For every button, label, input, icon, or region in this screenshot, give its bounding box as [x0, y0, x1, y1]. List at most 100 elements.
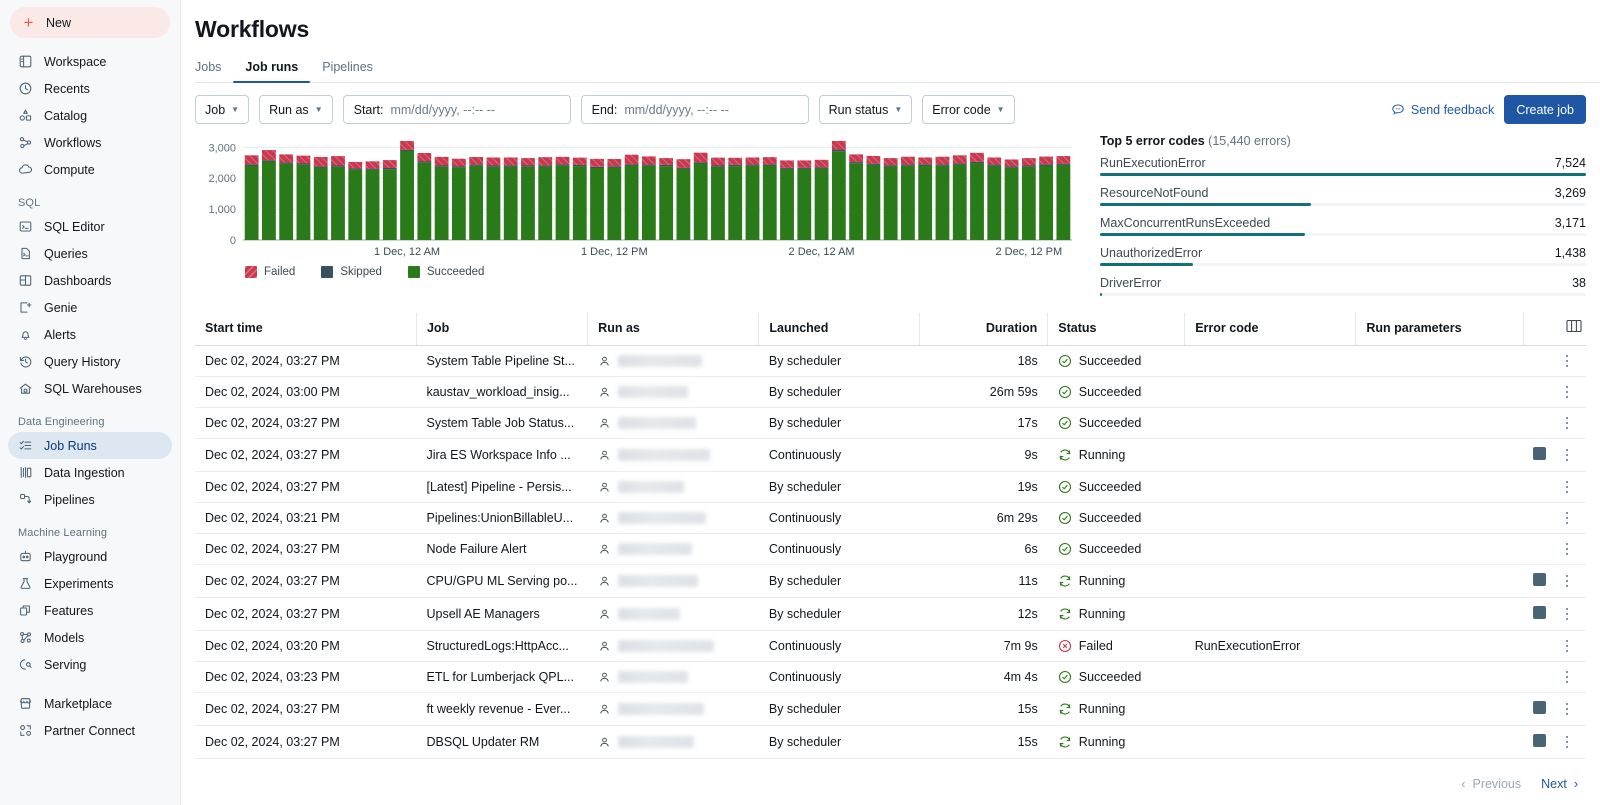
chart-bar-succeeded[interactable] — [487, 167, 501, 240]
chart-bar-skipped[interactable] — [918, 164, 932, 165]
stop-run-button[interactable] — [1533, 606, 1546, 619]
row-menu-button[interactable] — [1560, 640, 1574, 653]
chart-bar-succeeded[interactable] — [659, 166, 673, 240]
chart-bar-failed[interactable] — [780, 160, 794, 167]
chart-bar-skipped[interactable] — [677, 168, 691, 169]
chart-bar-skipped[interactable] — [901, 165, 915, 166]
chart-bar-succeeded[interactable] — [538, 167, 552, 240]
chart-bar-failed[interactable] — [538, 157, 552, 165]
chart-bar-failed[interactable] — [1056, 156, 1070, 164]
run-job-name[interactable]: System Table Pipeline St... — [416, 346, 587, 377]
chart-bar-succeeded[interactable] — [1005, 168, 1019, 240]
start-date-input[interactable]: Start: mm/dd/yyyy, --:-- -- — [343, 95, 571, 124]
legend-item-succeeded[interactable]: Succeeded — [408, 266, 485, 278]
chart-bar-failed[interactable] — [504, 157, 518, 165]
chart-bar-failed[interactable] — [331, 156, 345, 165]
sidebar-item-pipelines[interactable]: Pipelines — [8, 486, 172, 513]
chart-bar-failed[interactable] — [1022, 158, 1036, 165]
column-header-error-code[interactable]: Error code — [1185, 313, 1356, 346]
chart-bar-succeeded[interactable] — [849, 163, 863, 240]
sidebar-item-workspace[interactable]: Workspace — [8, 48, 172, 75]
chart-bar-failed[interactable] — [936, 157, 950, 165]
tab-job-runs[interactable]: Job runs — [233, 56, 310, 82]
chart-bar-skipped[interactable] — [279, 163, 293, 164]
chart-bar-succeeded[interactable] — [417, 163, 431, 240]
chart-bar-failed[interactable] — [435, 157, 449, 166]
run-start-time[interactable]: Dec 02, 2024, 03:27 PM — [195, 565, 416, 598]
sidebar-item-serving[interactable]: Serving — [8, 651, 172, 678]
stop-run-button[interactable] — [1533, 447, 1546, 460]
chart-bar-succeeded[interactable] — [694, 164, 708, 241]
row-menu-button[interactable] — [1560, 736, 1574, 749]
run-start-time[interactable]: Dec 02, 2024, 03:23 PM — [195, 662, 416, 693]
chart-bar-skipped[interactable] — [262, 160, 276, 161]
legend-item-failed[interactable]: Failed — [245, 266, 295, 278]
chart-bar-failed[interactable] — [815, 160, 829, 167]
chart-bar-skipped[interactable] — [538, 165, 552, 166]
run-start-time[interactable]: Dec 02, 2024, 03:27 PM — [195, 693, 416, 726]
run-job-name[interactable]: ft weekly revenue - Ever... — [416, 693, 587, 726]
chart-bar-succeeded[interactable] — [815, 168, 829, 240]
stop-run-button[interactable] — [1533, 734, 1546, 747]
run-job-name[interactable]: CPU/GPU ML Serving po... — [416, 565, 587, 598]
run-start-time[interactable]: Dec 02, 2024, 03:27 PM — [195, 598, 416, 631]
chart-bar-skipped[interactable] — [815, 167, 829, 168]
chart-bar-failed[interactable] — [918, 157, 932, 164]
chart-bar-succeeded[interactable] — [918, 166, 932, 240]
chart-bar-skipped[interactable] — [642, 165, 656, 166]
row-menu-button[interactable] — [1560, 355, 1574, 368]
row-menu-button[interactable] — [1560, 575, 1574, 588]
chart-bar-failed[interactable] — [262, 150, 276, 160]
chart-bar-skipped[interactable] — [659, 165, 673, 166]
chart-bar-failed[interactable] — [625, 155, 639, 165]
run-job-name[interactable]: StructuredLogs:HttpAcc... — [416, 631, 587, 662]
table-row[interactable]: Dec 02, 2024, 03:27 PM[Latest] Pipeline … — [195, 472, 1586, 503]
chart-bar-succeeded[interactable] — [245, 166, 259, 240]
chart-bar-failed[interactable] — [763, 157, 777, 164]
chart-bar-succeeded[interactable] — [901, 166, 915, 240]
run-as-filter[interactable]: Run as ▼ — [259, 95, 333, 124]
run-start-time[interactable]: Dec 02, 2024, 03:27 PM — [195, 439, 416, 472]
chart-bar-succeeded[interactable] — [521, 167, 535, 240]
chart-bar-succeeded[interactable] — [953, 165, 967, 240]
table-row[interactable]: Dec 02, 2024, 03:27 PMSystem Table Job S… — [195, 408, 1586, 439]
chart-bar-skipped[interactable] — [866, 164, 880, 165]
next-page-button[interactable]: Next › — [1541, 777, 1578, 791]
sidebar-item-experiments[interactable]: Experiments — [8, 570, 172, 597]
chart-bar-succeeded[interactable] — [625, 166, 639, 240]
chart-bar-failed[interactable] — [884, 158, 898, 165]
chart-bar-skipped[interactable] — [331, 166, 345, 167]
sidebar-item-workflows[interactable]: Workflows — [8, 129, 172, 156]
chart-bar-succeeded[interactable] — [1022, 167, 1036, 240]
chart-bar-failed[interactable] — [245, 155, 259, 164]
run-start-time[interactable]: Dec 02, 2024, 03:00 PM — [195, 377, 416, 408]
chart-bar-failed[interactable] — [487, 157, 501, 165]
chart-bar-skipped[interactable] — [1022, 166, 1036, 167]
chart-bar-skipped[interactable] — [417, 161, 431, 162]
chart-bar-skipped[interactable] — [366, 169, 380, 170]
chart-bar-skipped[interactable] — [625, 164, 639, 165]
chart-bar-succeeded[interactable] — [262, 161, 276, 240]
chart-bar-skipped[interactable] — [297, 164, 311, 165]
chart-bar-succeeded[interactable] — [573, 166, 587, 240]
sidebar-item-partner-connect[interactable]: Partner Connect — [8, 717, 172, 744]
run-job-name[interactable]: DBSQL Updater RM — [416, 726, 587, 759]
chart-bar-failed[interactable] — [677, 159, 691, 168]
chart-bar-skipped[interactable] — [607, 166, 621, 167]
chart-bar-succeeded[interactable] — [279, 164, 293, 240]
chart-bar-failed[interactable] — [642, 156, 656, 164]
chart-bar-skipped[interactable] — [1039, 164, 1053, 165]
chart-bar-skipped[interactable] — [556, 164, 570, 165]
chart-bar-failed[interactable] — [452, 159, 466, 166]
row-menu-button[interactable] — [1560, 386, 1574, 399]
chart-bar-succeeded[interactable] — [1056, 165, 1070, 240]
sidebar-item-features[interactable]: Features — [8, 597, 172, 624]
chart-bar-skipped[interactable] — [383, 168, 397, 169]
chart-bar-failed[interactable] — [1005, 159, 1019, 166]
chart-bar-skipped[interactable] — [521, 166, 535, 167]
chart-bar-failed[interactable] — [556, 157, 570, 165]
chart-bar-succeeded[interactable] — [383, 169, 397, 240]
chart-bar-succeeded[interactable] — [314, 168, 328, 240]
table-row[interactable]: Dec 02, 2024, 03:27 PMUpsell AE Managers… — [195, 598, 1586, 631]
row-menu-button[interactable] — [1560, 481, 1574, 494]
